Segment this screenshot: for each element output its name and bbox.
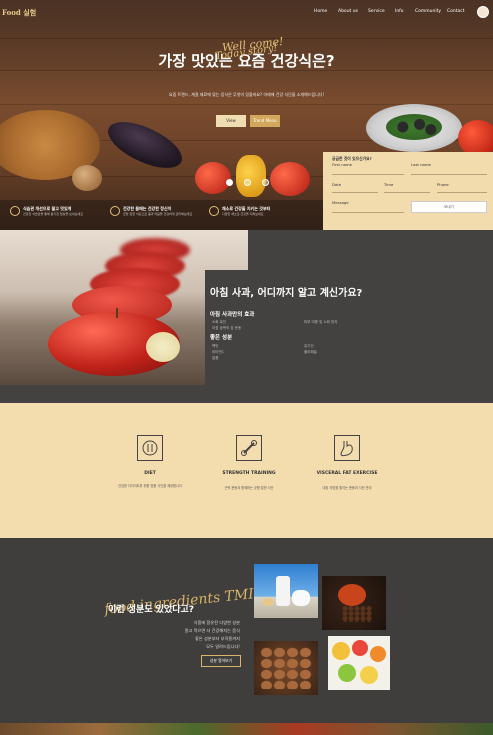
- nav-service[interactable]: Service: [368, 9, 385, 14]
- nuts-photo: [254, 641, 318, 695]
- phone-input[interactable]: [437, 192, 487, 193]
- carrot-icon: [209, 206, 219, 216]
- pepper-image: [236, 155, 266, 197]
- effect-heading: 아침 사과만의 효과: [210, 312, 255, 318]
- send-button[interactable]: 보내기: [411, 201, 487, 213]
- good-item: 폴리페놀: [304, 350, 317, 354]
- hero-subtitle: 요즘 트렌드, 계절 재료에 맞는 음식은 무엇이 있을까요? 아래에 건강 식…: [168, 92, 325, 97]
- effect-item: 소화 촉진: [212, 320, 226, 324]
- service-desc: 건강한 다이어트를 위한 맞춤 식단을 제공합니다: [118, 484, 182, 488]
- olives-image: [386, 114, 442, 140]
- message-label: Message: [332, 200, 349, 205]
- time-input[interactable]: [384, 192, 430, 193]
- feature-desc: 다양한 채소로 건강을 지켜보세요: [222, 212, 264, 216]
- coffee-photo: [322, 576, 386, 630]
- trend-menu-button[interactable]: Trend Menu: [250, 115, 280, 127]
- onion-image: [72, 165, 102, 191]
- service-title: STRENGTH TRAINING: [222, 471, 276, 476]
- first-name-label: First name: [332, 162, 352, 167]
- slider-dot-3[interactable]: [262, 179, 269, 186]
- ingredients-section: food ingredients TMI 이런 성분도 있었다고? 식품에 함유…: [0, 538, 493, 723]
- features-strip: 식습관 개선으로 젊고 멋있게 건강한 식습관을 통해 활기찬 일상을 보내보세…: [0, 200, 323, 230]
- top-navigation: Food 실험 Home About us Service Info Commu…: [0, 0, 493, 24]
- eggplant-image: [101, 112, 189, 178]
- slider-dot-2[interactable]: [244, 179, 251, 186]
- service-desc: 근력 운동과 함께하는 균형 잡힌 식단: [224, 486, 274, 490]
- footer-food-strip: [0, 723, 493, 735]
- diet-icon[interactable]: [137, 435, 163, 461]
- tomato-image: [195, 162, 231, 194]
- slider-dot-1[interactable]: [226, 179, 233, 186]
- service-title: DIET: [144, 471, 156, 476]
- good-ingredients-heading: 좋은 성분: [210, 335, 233, 341]
- good-item: 펙틴: [212, 344, 219, 348]
- heart-icon: [110, 206, 120, 216]
- ingredients-line: 알고 먹으면 더 건강해지는 음식: [184, 628, 240, 633]
- ingredients-line: 모두 알려드립니다!: [206, 644, 240, 649]
- contact-form: 궁금한 것이 있으신가요? First name Last name Date …: [323, 152, 493, 230]
- apple-title: 아침 사과, 어디까지 알고 계신가요?: [210, 288, 363, 299]
- last-name-label: Last name: [411, 162, 431, 167]
- nav-about-us[interactable]: About us: [338, 9, 358, 14]
- date-input[interactable]: [332, 192, 378, 193]
- nav-contact[interactable]: Contact: [447, 9, 465, 14]
- nav-community[interactable]: Community: [415, 9, 441, 14]
- ingredients-line: 좋은 성분부터 부작용까지: [194, 636, 240, 641]
- nav-home[interactable]: Home: [314, 9, 327, 14]
- good-item: 비타민C: [212, 350, 225, 354]
- feature-desc: 건강한 식습관을 통해 활기찬 일상을 보내보세요: [23, 212, 83, 216]
- last-name-input[interactable]: [411, 174, 487, 175]
- service-title: VISCERAL FAT EXERCISE: [316, 471, 378, 476]
- leaf-icon: [10, 206, 20, 216]
- tomato-image: [270, 162, 310, 196]
- service-desc: 내장 지방을 줄이는 운동과 식단 관리: [322, 486, 372, 490]
- tomato-image: [458, 120, 493, 156]
- ingredients-button[interactable]: 성분 알아보기: [201, 655, 241, 667]
- phone-label: Phone: [437, 182, 449, 187]
- good-item: 유기산: [304, 344, 314, 348]
- nav-info[interactable]: Info: [395, 9, 404, 14]
- milk-photo: [254, 564, 318, 618]
- message-input[interactable]: [332, 212, 404, 213]
- ingredients-line: 식품에 함유된 다양한 성분: [193, 620, 240, 625]
- view-button[interactable]: View: [216, 115, 246, 127]
- fruit-slices-photo: [328, 636, 390, 690]
- effect-item: 아침 공복의 장 운동: [212, 326, 242, 330]
- user-avatar[interactable]: [477, 6, 489, 18]
- stomach-icon[interactable]: [334, 435, 360, 461]
- ingredients-title: 이런 성분도 있었다고?: [108, 605, 195, 615]
- site-logo[interactable]: Food 실험: [2, 8, 36, 18]
- date-label: Date: [332, 182, 342, 187]
- effect-item: 피부 미용 및 노화 방지: [304, 320, 338, 324]
- first-name-input[interactable]: [332, 174, 404, 175]
- dumbbell-icon[interactable]: [236, 435, 262, 461]
- services-section: DIET 건강한 다이어트를 위한 맞춤 식단을 제공합니다 STRENGTH …: [0, 403, 493, 538]
- feature-desc: 균형 잡힌 식단으로 몸과 마음을 건강하게 관리해보세요: [123, 212, 193, 216]
- good-item: 칼륨: [212, 356, 219, 360]
- time-label: Time: [384, 182, 394, 187]
